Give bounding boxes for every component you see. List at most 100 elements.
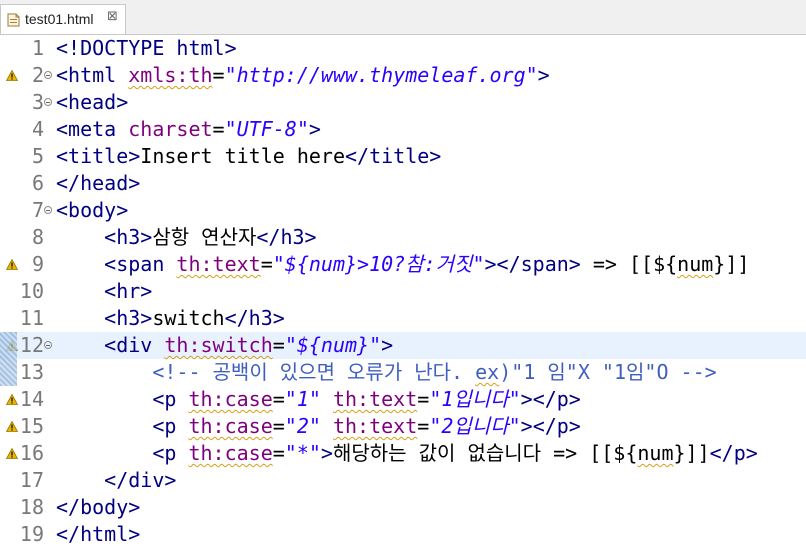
code-token: num [677, 252, 714, 276]
code-line[interactable]: 8 <h3>삼항 연산자</h3> [0, 224, 806, 251]
line-number: 16 [19, 441, 44, 465]
code-token: "*" [284, 441, 321, 465]
code-text: <span th:text="${num}>10?참:거짓"></span> =… [56, 251, 749, 278]
code-token: "http://www.thymeleaf.org" [224, 63, 538, 87]
code-token: <title> [56, 144, 141, 168]
code-text: <p th:case="*">해당하는 값이 없습니다 => [[${num}]… [56, 440, 758, 467]
line-number: 4 [31, 117, 44, 141]
line-gutter: 4 [0, 116, 54, 143]
fold-collapse-icon[interactable] [44, 206, 52, 214]
code-token: "2입니다" [429, 414, 521, 438]
code-token: <p [152, 414, 189, 438]
line-number: 9 [31, 252, 44, 276]
code-line[interactable]: 16 <p th:case="*">해당하는 값이 없습니다 => [[${nu… [0, 440, 806, 467]
fold-collapse-icon[interactable] [44, 341, 52, 349]
code-line[interactable]: 11 <h3>switch</h3> [0, 305, 806, 332]
close-tab-icon[interactable]: ⊠ [107, 9, 118, 24]
code-token: "1" [284, 387, 321, 411]
line-gutter: 8 [0, 224, 54, 251]
code-line[interactable]: 1 <!DOCTYPE html> [0, 35, 806, 62]
tab-test01-html[interactable]: test01.html ⊠ [0, 4, 126, 34]
html-file-icon [7, 13, 20, 27]
code-token: 해당하는 값이 없습니다 => [[${ [332, 441, 638, 465]
code-token: <span [104, 252, 177, 276]
code-line[interactable]: 12 <div th:switch="${num}"> [0, 332, 806, 359]
warning-icon[interactable] [6, 259, 18, 270]
code-token: = [212, 63, 225, 87]
code-token: => [[${ [580, 252, 678, 276]
code-token: charset [128, 117, 213, 141]
code-token: = [260, 252, 273, 276]
code-token: }]] [673, 441, 710, 465]
line-number: 2 [31, 63, 44, 87]
code-token: </div> [104, 468, 177, 492]
code-line[interactable]: 17 </div> [0, 467, 806, 494]
line-gutter: 5 [0, 143, 54, 170]
code-text: </div> [56, 467, 176, 494]
line-gutter: 3 [0, 89, 54, 116]
code-editor[interactable]: 1 <!DOCTYPE html> 2 <html xmls:th="http://w… [0, 35, 806, 554]
warning-icon[interactable] [6, 448, 18, 459]
code-line[interactable]: 4 <meta charset="UTF-8"> [0, 116, 806, 143]
code-token: "UTF-8" [224, 117, 309, 141]
code-text: </body> [56, 494, 140, 521]
line-gutter: 18 [0, 494, 54, 521]
code-line[interactable]: 18 </body> [0, 494, 806, 521]
code-token: "2" [284, 414, 321, 438]
change-marker [0, 332, 17, 386]
line-gutter: 14 [0, 386, 54, 413]
warning-icon[interactable] [6, 394, 18, 405]
code-token: </title> [345, 144, 442, 168]
warning-icon[interactable] [6, 70, 18, 81]
code-token: > [381, 333, 394, 357]
code-token: <hr> [104, 279, 153, 303]
line-number: 15 [19, 414, 44, 438]
code-line[interactable]: 3 <head> [0, 89, 806, 116]
code-line[interactable]: 15 <p th:case="2" th:text="2입니다"></p> [0, 413, 806, 440]
code-token: > [537, 63, 550, 87]
code-token: = [272, 414, 285, 438]
line-gutter: 2 [0, 62, 54, 89]
code-token: <!-- 공백이 있으면 오류가 난다. [152, 360, 476, 384]
code-token: = [272, 387, 285, 411]
code-line[interactable]: 7 <body> [0, 197, 806, 224]
code-token: Insert title here [140, 144, 345, 168]
code-line[interactable]: 14 <p th:case="1" th:text="1입니다"></p> [0, 386, 806, 413]
code-line[interactable]: 13 <!-- 공백이 있으면 오류가 난다. ex)"1 임"X "1임"O … [0, 359, 806, 386]
code-text: <p th:case="2" th:text="2입니다"></p> [56, 413, 581, 440]
code-line[interactable]: 9 <span th:text="${num}>10?참:거짓"></span>… [0, 251, 806, 278]
code-token: <div [104, 333, 165, 357]
code-token: th:case [188, 414, 273, 438]
fold-collapse-icon[interactable] [44, 71, 52, 79]
line-number: 11 [19, 306, 44, 330]
line-number: 14 [19, 387, 44, 411]
code-line[interactable]: 10 <hr> [0, 278, 806, 305]
code-token: <meta [56, 117, 129, 141]
line-number: 6 [31, 171, 44, 195]
code-line[interactable]: 5 <title>Insert title here</title> [0, 143, 806, 170]
line-gutter: 10 [0, 278, 54, 305]
code-line[interactable]: 2 <html xmls:th="http://www.thymeleaf.org… [0, 62, 806, 89]
code-text: </html> [56, 521, 140, 548]
code-token: ex [475, 360, 500, 384]
code-text: <h3>삼항 연산자</h3> [56, 224, 316, 251]
code-token: </html> [56, 522, 141, 546]
code-token: th:switch [164, 333, 273, 357]
code-line[interactable]: 6 </head> [0, 170, 806, 197]
fold-collapse-icon[interactable] [44, 98, 52, 106]
warning-icon[interactable] [6, 421, 18, 432]
code-token: </p> [709, 441, 758, 465]
line-gutter: 7 [0, 197, 54, 224]
code-line[interactable]: 19 </html> [0, 521, 806, 548]
code-token: > [484, 252, 497, 276]
code-token: = [272, 441, 285, 465]
line-number: 7 [31, 198, 44, 222]
code-token: > [308, 117, 321, 141]
code-token: "1입니다" [429, 387, 521, 411]
code-text: <h3>switch</h3> [56, 305, 285, 332]
